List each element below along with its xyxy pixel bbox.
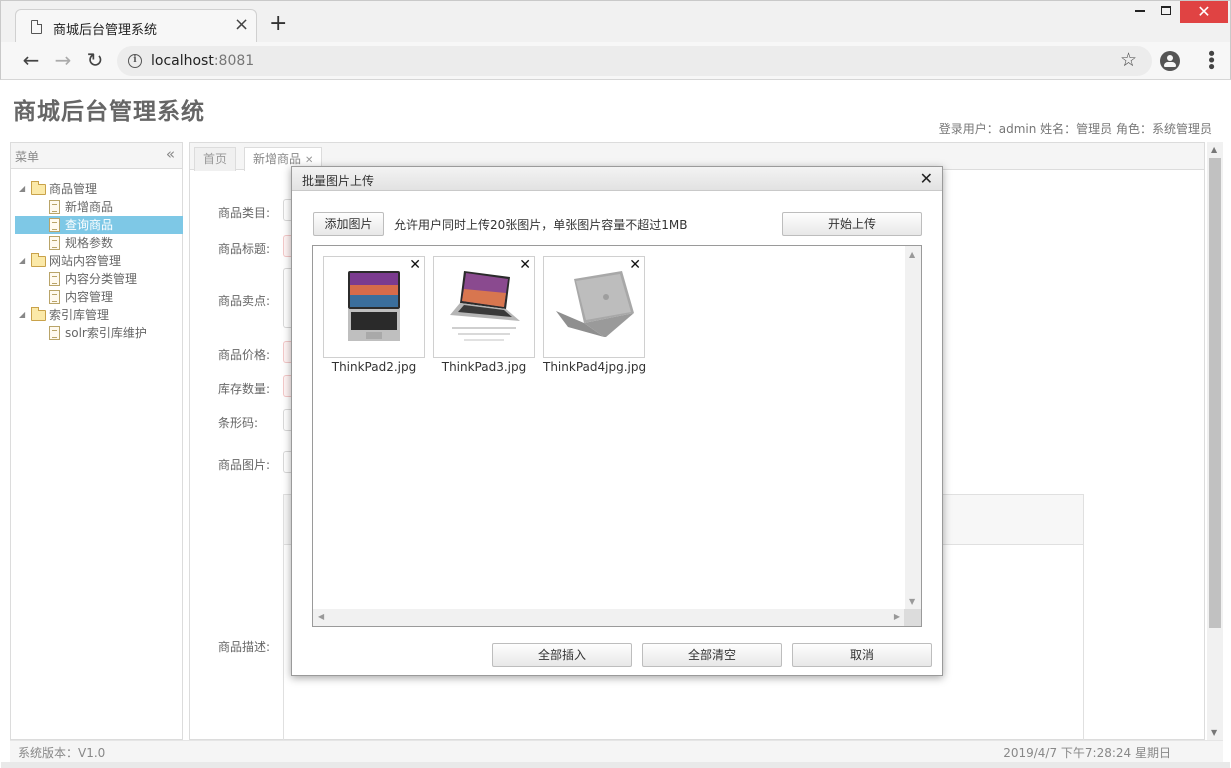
barcode-field[interactable] bbox=[283, 409, 291, 431]
page-scrollbar[interactable]: ▲ ▼ bbox=[1207, 142, 1223, 740]
cancel-button[interactable]: 取消 bbox=[792, 643, 932, 667]
file-icon bbox=[49, 326, 60, 340]
label-category: 商品类目: bbox=[218, 206, 271, 220]
app-title: 商城后台管理系统 bbox=[13, 99, 205, 125]
dialog-title: 批量图片上传 bbox=[302, 174, 375, 188]
browser-tab-title: 商城后台管理系统 bbox=[53, 23, 158, 38]
upload-area-hscroll[interactable]: ◀ ▶ bbox=[313, 609, 905, 626]
label-image: 商品图片: bbox=[218, 458, 271, 472]
window-close-button[interactable]: ✕ bbox=[1180, 1, 1228, 23]
upload-hint: 允许用户同时上传20张图片，单张图片容量不超过1MB bbox=[394, 218, 688, 232]
image-thumbnail[interactable]: ✕ bbox=[323, 256, 425, 358]
tree-group-index[interactable]: ◢ 索引库管理 bbox=[15, 306, 183, 324]
reload-icon[interactable]: ↻ bbox=[83, 49, 107, 73]
title-field[interactable] bbox=[283, 235, 291, 257]
account-icon[interactable] bbox=[1160, 51, 1180, 71]
label-description: 商品描述: bbox=[218, 640, 271, 654]
folder-icon bbox=[31, 253, 46, 267]
image-upload-button[interactable] bbox=[283, 451, 291, 473]
tree-item-add-product[interactable]: 新增商品 bbox=[15, 198, 183, 216]
tab-home[interactable]: 首页 bbox=[194, 147, 237, 171]
upload-area: ✕ ThinkPad2.jpg ✕ ThinkPad3.jpg ✕ ThinkP… bbox=[312, 245, 922, 627]
bookmark-star-icon[interactable]: ☆ bbox=[1120, 49, 1137, 71]
close-tab-icon[interactable]: × bbox=[234, 16, 249, 34]
image-filename: ThinkPad3.jpg bbox=[441, 360, 527, 374]
status-datetime: 2019/4/7 下午7:28:24 星期日 bbox=[1003, 746, 1171, 760]
expand-arrow-icon[interactable]: ◢ bbox=[19, 306, 25, 324]
forward-arrow-icon[interactable]: → bbox=[51, 49, 75, 73]
remove-image-icon[interactable]: ✕ bbox=[409, 257, 421, 273]
status-bar: 系统版本：V1.0 2019/4/7 下午7:28:24 星期日 bbox=[10, 740, 1223, 762]
label-barcode: 条形码: bbox=[218, 416, 259, 430]
scroll-down-icon[interactable]: ▼ bbox=[1211, 728, 1217, 737]
new-tab-icon[interactable]: + bbox=[269, 13, 287, 35]
tree-item-content-manage[interactable]: 内容管理 bbox=[15, 288, 183, 306]
scroll-down-icon[interactable]: ▼ bbox=[909, 597, 915, 606]
image-filename: ThinkPad4jpg.jpg bbox=[543, 360, 647, 374]
remove-image-icon[interactable]: ✕ bbox=[519, 257, 531, 273]
expand-arrow-icon[interactable]: ◢ bbox=[19, 180, 25, 198]
menu-panel: 菜单 « ◢ 商品管理 新增商品 查询商品 规格参数 ◢ 网站内容管理 内容分类… bbox=[10, 142, 183, 740]
image-thumbnail[interactable]: ✕ bbox=[543, 256, 645, 358]
label-selling-point: 商品卖点: bbox=[218, 294, 271, 308]
tree-item-content-category[interactable]: 内容分类管理 bbox=[15, 270, 183, 288]
insert-all-button[interactable]: 全部插入 bbox=[492, 643, 632, 667]
tree-group-content[interactable]: ◢ 网站内容管理 bbox=[15, 252, 183, 270]
image-filename: ThinkPad2.jpg bbox=[331, 360, 417, 374]
bottom-strip bbox=[1, 762, 1230, 768]
menu-header: 菜单 « bbox=[11, 143, 182, 169]
user-info: 登录用户：admin 姓名：管理员 角色：系统管理员 bbox=[938, 122, 1212, 136]
expand-arrow-icon[interactable]: ◢ bbox=[19, 252, 25, 270]
tree-item-spec-params[interactable]: 规格参数 bbox=[15, 234, 183, 252]
scroll-up-icon[interactable]: ▲ bbox=[1211, 145, 1217, 154]
close-icon[interactable]: ✕ bbox=[305, 155, 313, 166]
tree-group-product[interactable]: ◢ 商品管理 bbox=[15, 180, 183, 198]
browser-menu-icon[interactable]: ••• bbox=[1197, 48, 1223, 68]
remove-image-icon[interactable]: ✕ bbox=[629, 257, 641, 273]
upload-area-vscroll[interactable]: ▲ ▼ bbox=[905, 246, 921, 610]
file-icon bbox=[49, 290, 60, 304]
dialog-header: 批量图片上传 ✕ bbox=[292, 167, 942, 191]
image-thumbnail[interactable]: ✕ bbox=[433, 256, 535, 358]
folder-icon bbox=[31, 307, 46, 321]
file-icon bbox=[49, 200, 60, 214]
label-title: 商品标题: bbox=[218, 242, 271, 256]
menu-title: 菜单 bbox=[15, 150, 40, 164]
info-icon[interactable]: i bbox=[128, 54, 142, 68]
url-text[interactable]: localhost:8081 bbox=[151, 53, 254, 69]
menu-tree: ◢ 商品管理 新增商品 查询商品 规格参数 ◢ 网站内容管理 内容分类管理 内容… bbox=[15, 180, 183, 342]
add-image-button[interactable]: 添加图片 bbox=[313, 212, 384, 236]
scroll-left-icon[interactable]: ◀ bbox=[318, 612, 324, 621]
close-icon[interactable]: ✕ bbox=[920, 169, 933, 188]
price-field[interactable] bbox=[283, 341, 291, 363]
selling-point-field[interactable] bbox=[283, 268, 291, 328]
address-bar[interactable]: i localhost:8081 ☆ bbox=[117, 46, 1152, 76]
file-icon bbox=[49, 218, 60, 232]
batch-upload-dialog: 批量图片上传 ✕ 添加图片 允许用户同时上传20张图片，单张图片容量不超过1MB… bbox=[291, 166, 943, 676]
file-icon bbox=[49, 236, 60, 250]
document-icon bbox=[31, 20, 42, 34]
browser-tabstrip: 商城后台管理系统 × + ✕ bbox=[0, 0, 1231, 43]
scroll-thumb[interactable] bbox=[1209, 158, 1221, 628]
label-stock: 库存数量: bbox=[218, 382, 271, 396]
scroll-corner bbox=[904, 609, 921, 626]
scroll-up-icon[interactable]: ▲ bbox=[909, 250, 915, 259]
scroll-right-icon[interactable]: ▶ bbox=[894, 612, 900, 621]
browser-tab[interactable]: 商城后台管理系统 × bbox=[15, 9, 257, 43]
browser-toolbar: ← → ↻ i localhost:8081 ☆ ••• bbox=[0, 42, 1231, 80]
tree-item-solr[interactable]: solr索引库维护 bbox=[15, 324, 183, 342]
system-version: 系统版本：V1.0 bbox=[18, 746, 106, 760]
stock-field[interactable] bbox=[283, 375, 291, 397]
file-icon bbox=[49, 272, 60, 286]
label-price: 商品价格: bbox=[218, 348, 271, 362]
tree-item-query-product[interactable]: 查询商品 bbox=[15, 216, 183, 234]
back-arrow-icon[interactable]: ← bbox=[19, 49, 43, 73]
collapse-icon[interactable]: « bbox=[166, 145, 175, 163]
folder-icon bbox=[31, 181, 46, 195]
category-field[interactable] bbox=[283, 199, 291, 221]
clear-all-button[interactable]: 全部清空 bbox=[642, 643, 782, 667]
start-upload-button[interactable]: 开始上传 bbox=[782, 212, 922, 236]
